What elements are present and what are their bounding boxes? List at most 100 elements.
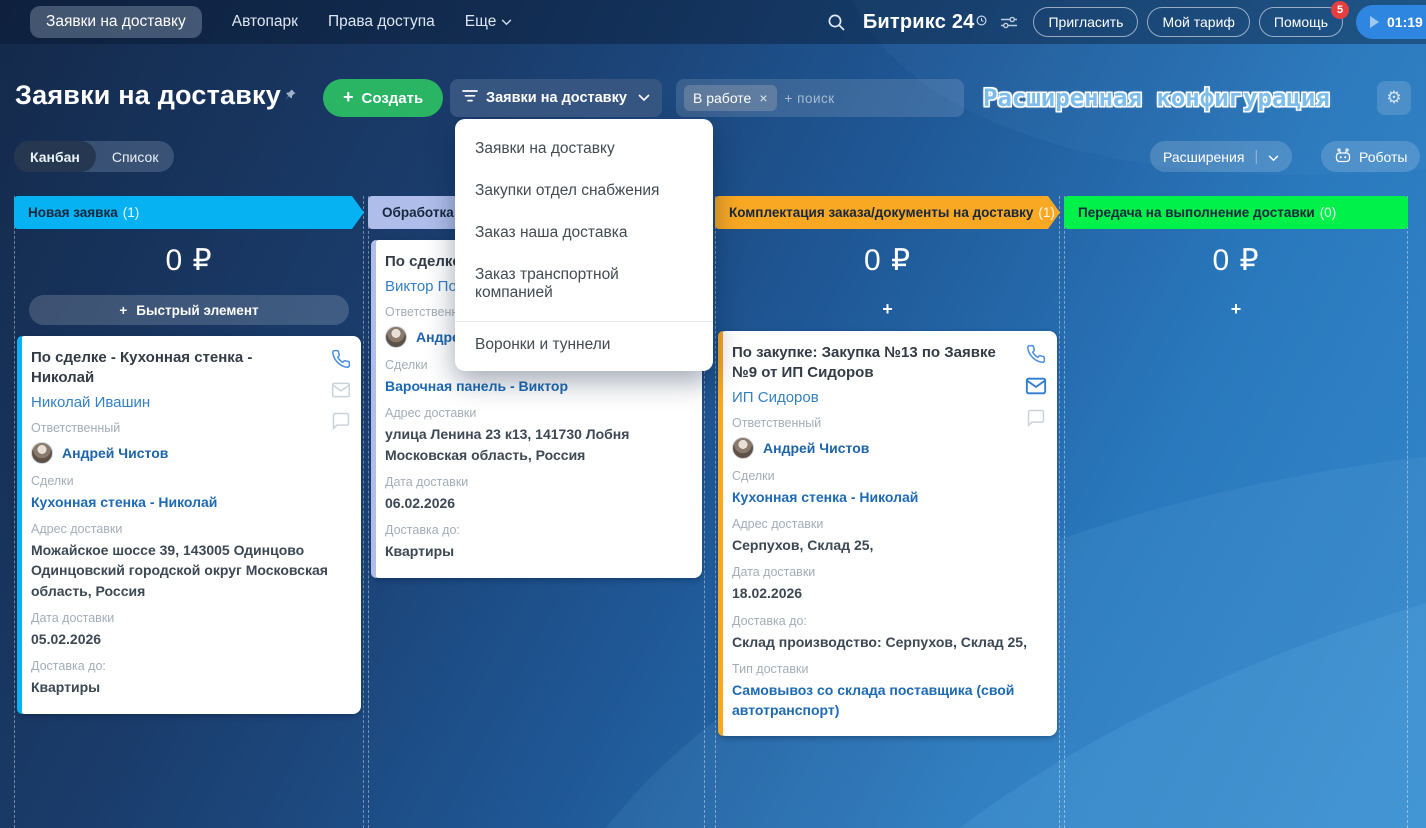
phone-icon[interactable] [1026,344,1046,364]
extensions-label: Расширения [1163,148,1245,165]
deals-label: Сделки [31,473,74,488]
create-button[interactable]: + Создать [323,79,444,117]
destination-value: Склад производство: Серпухов, Склад 25, [732,633,1027,650]
view-switcher: Канбан Список [14,141,175,172]
topbar: Заявки на доставку Автопарк Права доступ… [0,0,1426,44]
mail-icon[interactable] [331,380,351,400]
date-value: 18.02.2026 [732,585,803,602]
menu-item-delivery-requests[interactable]: Заявки на доставку [455,128,713,170]
close-icon[interactable]: × [759,90,767,106]
phone-icon[interactable] [331,349,351,369]
avatar [732,436,754,459]
menu-item-our-delivery[interactable]: Заказ наша доставка [455,212,713,254]
kanban-card[interactable]: По закупке: Закупка №13 по Заявке №9 от … [718,331,1057,737]
column-sum: 0 ₽ [1212,244,1260,277]
extensions-button[interactable]: Расширения | [1150,141,1293,172]
pin-icon[interactable] [282,88,297,108]
deal-link[interactable]: Кухонная стенка - Николай [732,488,1043,508]
search-icon[interactable] [820,13,854,32]
kanban-column-picking: Комплектация заказа/документы на доставк… [715,196,1060,828]
chat-icon[interactable] [1026,408,1046,428]
menu-item-procurement[interactable]: Закупки отдел снабжения [455,170,713,212]
gear-icon[interactable]: ⚙ [1377,81,1411,115]
destination-label: Доставка до: [385,523,460,538]
quick-add-label: Быстрый элемент [136,302,259,318]
funnel-selector-button[interactable]: Заявки на доставку [450,79,662,117]
destination-value: Квартиры [385,543,455,560]
add-card-button[interactable]: + [716,299,1059,320]
card-title[interactable]: По закупке: Закупка №13 по Заявке №9 от … [732,343,1043,383]
nav-item-more[interactable]: Еще [465,13,513,31]
bitrix24-logo: Битрикс 24 [863,11,988,34]
mail-icon[interactable] [1025,375,1047,397]
invite-button[interactable]: Пригласить [1033,7,1139,37]
column-sum: 0 ₽ [165,244,213,277]
page-title: Заявки на доставку [15,80,281,110]
divider: | [1254,148,1259,165]
responsible-label: Ответственный [732,415,822,430]
nav-item-autopark[interactable]: Автопарк [232,13,298,31]
clock-icon [976,9,987,32]
column-title: Комплектация заказа/документы на доставк… [729,205,1034,220]
card-actions [1025,344,1047,428]
search-placeholder: + поиск [784,90,835,106]
chevron-down-icon [638,94,650,102]
address-label: Адрес доставки [31,522,123,537]
robot-icon [1334,147,1352,166]
column-count: (1) [1038,205,1055,220]
address-value: Серпухов, Склад 25, [732,537,874,554]
quick-add-button[interactable]: + Быстрый элемент [29,295,349,325]
card-client-link[interactable]: ИП Сидоров [732,389,1043,406]
filter-chip-in-progress[interactable]: В работе × [684,85,777,111]
column-title: Новая заявка [28,205,118,220]
deal-link[interactable]: Варочная панель - Виктор [385,377,688,397]
search-input[interactable]: В работе × + поиск [676,79,964,117]
date-value: 05.02.2026 [31,631,102,648]
responsible-name[interactable]: Андрей Чистов [763,440,869,456]
tab-list[interactable]: Список [96,141,175,172]
address-value: улица Ленина 23 к13, 141730 Лобня Москов… [385,426,630,463]
responsible-row[interactable]: Андрей Чистов [31,441,347,464]
sliders-icon[interactable] [1000,15,1018,30]
kanban-column-new-request: Новая заявка (1) 0 ₽ + Быстрый элемент П… [14,196,364,828]
column-title: Обработка [382,205,454,220]
tariff-button[interactable]: Мой тариф [1147,7,1250,37]
card-actions [331,349,351,431]
column-header-transfer[interactable]: Передача на выполнение доставки (0) [1064,196,1408,229]
responsible-name[interactable]: Андрей Чистов [62,445,168,461]
add-card-button[interactable]: + [1065,299,1407,320]
deal-link[interactable]: Кухонная стенка - Николай [31,493,347,513]
delivery-type-value[interactable]: Самовывоз со склада поставщика (свой авт… [732,681,1043,720]
chevron-down-icon [1268,149,1279,165]
help-button-label: Помощь [1273,14,1328,30]
nav-item-delivery-requests[interactable]: Заявки на доставку [30,6,202,38]
nav-item-access-rights[interactable]: Права доступа [328,13,435,31]
column-sum: 0 ₽ [863,244,912,277]
chevron-down-icon [501,13,512,31]
menu-item-transport-company[interactable]: Заказ транспортной компанией [455,254,713,314]
column-header-new-request[interactable]: Новая заявка (1) [14,196,364,229]
timer-button[interactable]: 01:19 [1356,5,1426,39]
play-icon [1370,16,1379,28]
column-title: Передача на выполнение доставки [1078,205,1315,220]
responsible-row[interactable]: Андрей Чистов [732,436,1043,459]
column-count: (0) [1319,205,1337,220]
card-title[interactable]: По сделке - Кухонная стенка - Николай [31,348,347,388]
card-client-link[interactable]: Николай Ивашин [31,394,347,411]
tab-kanban[interactable]: Канбан [14,141,96,172]
chat-icon[interactable] [331,411,351,431]
topbar-nav: Заявки на доставку Автопарк Права доступ… [0,6,512,38]
column-header-picking[interactable]: Комплектация заказа/документы на доставк… [715,196,1060,229]
delivery-type-label: Тип доставки [732,662,809,677]
robots-button[interactable]: Роботы [1321,141,1421,172]
destination-label: Доставка до: [732,613,807,628]
date-label: Дата доставки [385,474,469,489]
column-count: (1) [122,205,140,220]
plus-icon: + [119,302,128,318]
kanban-card[interactable]: По сделке - Кухонная стенка - Николай Ни… [17,336,361,714]
address-label: Адрес доставки [385,406,477,421]
help-button[interactable]: Помощь 5 [1258,1,1349,37]
avatar [31,441,53,464]
create-button-label: Создать [361,89,424,107]
menu-item-funnels-tunnels[interactable]: Воронки и туннели [455,322,713,371]
